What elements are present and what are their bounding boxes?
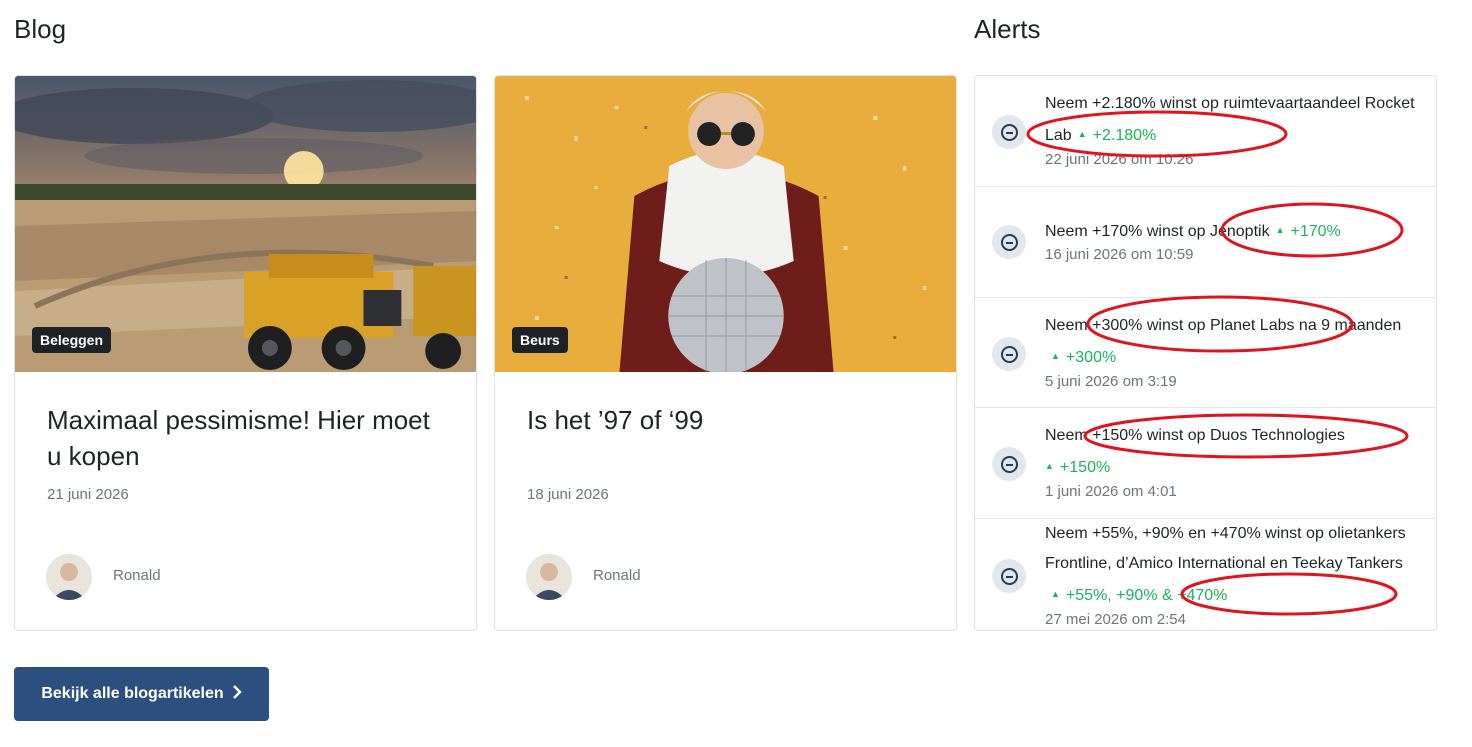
alert-date: 22 juni 2026 om 10:26 — [1045, 151, 1194, 168]
alert-date: 5 juni 2026 om 3:19 — [1045, 373, 1177, 390]
card-date: 21 juni 2026 — [47, 486, 129, 503]
alert-item[interactable]: Neem +55%, +90% en +470% winst op olieta… — [975, 519, 1436, 630]
gain-value: ▲ +170% — [1276, 223, 1341, 240]
gain-value: ▲ +2.180% — [1078, 127, 1157, 144]
blog-card[interactable]: Beleggen Maximaal pessimisme! Hier moet … — [14, 75, 477, 631]
alerts-heading: Alerts — [974, 14, 1041, 44]
minus-circle-icon[interactable] — [992, 447, 1026, 481]
card-title[interactable]: Maximaal pessimisme! Hier moet u kopen — [47, 402, 447, 474]
alert-title[interactable]: Neem +170% winst op Jenoptik ▲ +170% — [1045, 215, 1423, 247]
card-title[interactable]: Is het ’97 of ‘99 — [527, 402, 927, 438]
gain-value: ▲ +55%, +90% & +470% — [1051, 587, 1227, 604]
author-avatar — [46, 554, 92, 600]
blog-card[interactable]: Beurs Is het ’97 of ‘99 18 juni 2026 Ron… — [494, 75, 957, 631]
alert-title[interactable]: Neem +55%, +90% en +470% winst op olieta… — [1045, 519, 1423, 611]
minus-circle-icon[interactable] — [992, 337, 1026, 371]
alert-title[interactable]: Neem +2.180% winst op ruimtevaartaandeel… — [1045, 89, 1423, 151]
chevron-right-icon — [232, 684, 242, 704]
caret-up-icon: ▲ — [1045, 461, 1054, 471]
minus-circle-icon[interactable] — [992, 225, 1026, 259]
minus-circle-icon[interactable] — [992, 115, 1026, 149]
category-badge[interactable]: Beurs — [512, 327, 568, 353]
alert-date: 27 mei 2026 om 2:54 — [1045, 611, 1186, 628]
button-label: Bekijk alle blogartikelen — [41, 685, 224, 702]
alert-item[interactable]: Neem +300% winst op Planet Labs na 9 maa… — [975, 298, 1436, 408]
blog-heading: Blog — [14, 14, 67, 44]
alert-title[interactable]: Neem +150% winst op Duos Technologies ▲ +1… — [1045, 421, 1423, 483]
gain-value: ▲ +300% — [1051, 349, 1116, 366]
alert-item[interactable]: Neem +2.180% winst op ruimtevaartaandeel… — [975, 76, 1436, 187]
caret-up-icon: ▲ — [1051, 351, 1060, 361]
all-blog-articles-button[interactable]: Bekijk alle blogartikelen — [14, 667, 269, 721]
author-name: Ronald — [113, 567, 161, 584]
card-date: 18 juni 2026 — [527, 486, 609, 503]
alert-date: 16 juni 2026 om 10:59 — [1045, 246, 1194, 263]
alert-item[interactable]: Neem +150% winst op Duos Technologies ▲ +1… — [975, 408, 1436, 519]
alert-date: 1 juni 2026 om 4:01 — [1045, 483, 1177, 500]
author-avatar — [526, 554, 572, 600]
alert-item[interactable]: Neem +170% winst op Jenoptik ▲ +170% 16 ju… — [975, 187, 1436, 298]
author-name: Ronald — [593, 567, 641, 584]
caret-up-icon: ▲ — [1275, 225, 1285, 235]
alert-title[interactable]: Neem +300% winst op Planet Labs na 9 maa… — [1045, 311, 1423, 373]
alerts-panel: Neem +2.180% winst op ruimtevaartaandeel… — [974, 75, 1437, 631]
category-badge[interactable]: Beleggen — [32, 327, 112, 353]
minus-circle-icon[interactable] — [992, 559, 1026, 593]
caret-up-icon: ▲ — [1077, 129, 1087, 139]
caret-up-icon: ▲ — [1051, 589, 1060, 599]
gain-value: ▲ +150% — [1045, 459, 1110, 476]
